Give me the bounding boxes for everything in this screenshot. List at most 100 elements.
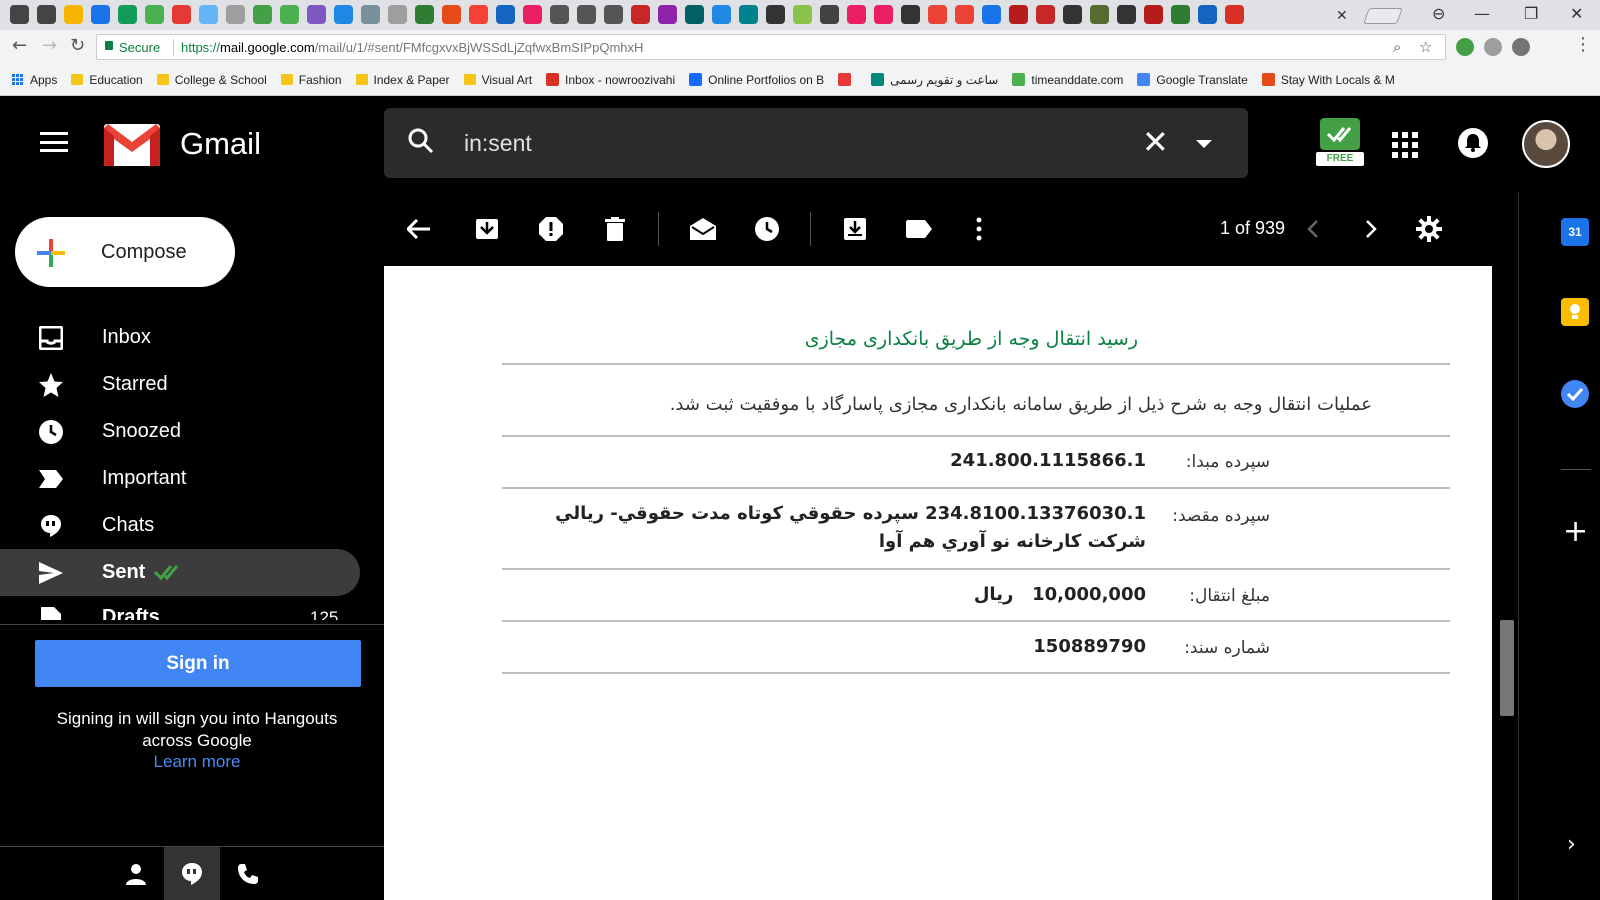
add-addon-icon[interactable]: + bbox=[1563, 514, 1588, 549]
tab-favicon-icon[interactable] bbox=[226, 5, 245, 24]
settings-button[interactable] bbox=[1414, 214, 1444, 244]
maximize-button[interactable]: ❐ bbox=[1524, 4, 1538, 23]
tab-favicon-icon[interactable] bbox=[577, 5, 596, 24]
tab-favicon-icon[interactable] bbox=[685, 5, 704, 24]
bookmark-item[interactable]: Index & Paper bbox=[355, 73, 450, 87]
forward-button[interactable]: → bbox=[42, 35, 57, 56]
gmail-logo-icon[interactable] bbox=[104, 124, 160, 166]
hangouts-chat-tab[interactable] bbox=[164, 847, 220, 900]
tab-favicon-icon[interactable] bbox=[37, 5, 56, 24]
tab-favicon-icon[interactable] bbox=[91, 5, 110, 24]
calendar-icon[interactable]: 31 bbox=[1561, 218, 1589, 246]
tab-favicon-icon[interactable] bbox=[550, 5, 569, 24]
bookmark-item[interactable] bbox=[838, 73, 857, 86]
notifications-bell-icon[interactable] bbox=[1458, 128, 1488, 158]
compose-button[interactable]: Compose bbox=[15, 217, 235, 287]
archive-button[interactable] bbox=[472, 214, 502, 244]
delete-button[interactable] bbox=[600, 214, 630, 244]
tab-favicon-icon[interactable] bbox=[928, 5, 947, 24]
move-to-button[interactable] bbox=[840, 214, 870, 244]
tab-favicon-icon[interactable] bbox=[982, 5, 1001, 24]
sidebar-item-send[interactable]: Sent bbox=[0, 549, 360, 596]
tab-favicon-icon[interactable] bbox=[631, 5, 650, 24]
tab-favicon-icon[interactable] bbox=[388, 5, 407, 24]
tab-favicon-icon[interactable] bbox=[1198, 5, 1217, 24]
tab-favicon-icon[interactable] bbox=[145, 5, 164, 24]
hangouts-signin-button[interactable]: Sign in bbox=[35, 640, 361, 687]
tab-favicon-icon[interactable] bbox=[469, 5, 488, 24]
tab-favicon-icon[interactable] bbox=[415, 5, 434, 24]
clear-search-icon[interactable]: ✕ bbox=[1142, 123, 1169, 161]
bookmark-item[interactable]: Visual Art bbox=[463, 73, 532, 87]
extension-icon[interactable] bbox=[1484, 38, 1502, 56]
back-button[interactable]: ← bbox=[12, 35, 27, 56]
search-options-icon[interactable] bbox=[1196, 140, 1212, 148]
tab-favicon-icon[interactable] bbox=[874, 5, 893, 24]
sidebar-item-chat[interactable]: Chats bbox=[0, 502, 360, 549]
sidebar-item-inbox[interactable]: Inbox bbox=[0, 314, 360, 361]
sidebar-item-important[interactable]: Important bbox=[0, 455, 360, 502]
tasks-icon[interactable] bbox=[1561, 380, 1589, 408]
tab-favicon-icon[interactable] bbox=[847, 5, 866, 24]
tab-favicon-icon[interactable] bbox=[118, 5, 137, 24]
search-icon[interactable] bbox=[408, 128, 434, 154]
tab-favicon-icon[interactable] bbox=[1144, 5, 1163, 24]
snooze-button[interactable] bbox=[752, 214, 782, 244]
tab-favicon-icon[interactable] bbox=[1090, 5, 1109, 24]
extension-icon[interactable] bbox=[1456, 38, 1474, 56]
search-input[interactable]: in:sent bbox=[464, 130, 532, 157]
bookmark-item[interactable]: Apps bbox=[12, 73, 57, 87]
tab-favicon-icon[interactable] bbox=[307, 5, 326, 24]
keep-icon[interactable] bbox=[1561, 298, 1589, 326]
tab-favicon-icon[interactable] bbox=[901, 5, 920, 24]
close-window-button[interactable]: ✕ bbox=[1570, 4, 1583, 23]
bookmark-item[interactable]: Online Portfolios on B bbox=[689, 73, 824, 87]
mark-unread-button[interactable] bbox=[688, 214, 718, 244]
tab-favicon-icon[interactable] bbox=[1225, 5, 1244, 24]
report-spam-button[interactable] bbox=[536, 214, 566, 244]
tab-favicon-icon[interactable] bbox=[64, 5, 83, 24]
back-to-list-button[interactable] bbox=[404, 214, 434, 244]
bookmark-star-icon[interactable]: ☆ bbox=[1419, 38, 1432, 56]
phone-tab[interactable] bbox=[220, 847, 276, 900]
url-text[interactable]: https://mail.google.com/mail/u/1/#sent/F… bbox=[181, 40, 643, 55]
bookmark-item[interactable]: Google Translate bbox=[1137, 73, 1248, 87]
expand-panel-icon[interactable]: › bbox=[1567, 832, 1576, 857]
tab-favicon-icon[interactable] bbox=[253, 5, 272, 24]
tab-favicon-icon[interactable] bbox=[442, 5, 461, 24]
bookmark-item[interactable]: ساعت و تقویم رسمی bbox=[871, 73, 998, 87]
labels-button[interactable] bbox=[904, 214, 934, 244]
tab-favicon-icon[interactable] bbox=[1117, 5, 1136, 24]
tab-favicon-icon[interactable] bbox=[496, 5, 515, 24]
tab-favicon-icon[interactable] bbox=[1036, 5, 1055, 24]
bookmark-item[interactable]: Stay With Locals & M bbox=[1261, 73, 1395, 87]
tab-favicon-icon[interactable] bbox=[10, 5, 29, 24]
bookmark-item[interactable]: Inbox - nowroozivahi bbox=[546, 73, 675, 87]
main-menu-icon[interactable] bbox=[40, 132, 68, 152]
camera-extension-icon[interactable] bbox=[1512, 38, 1530, 56]
scrollbar-thumb[interactable] bbox=[1500, 620, 1514, 716]
tab-favicon-icon[interactable] bbox=[334, 5, 353, 24]
close-tab-icon[interactable]: ✕ bbox=[1336, 7, 1348, 24]
tab-favicon-icon[interactable] bbox=[199, 5, 218, 24]
learn-more-link[interactable]: Learn more bbox=[30, 752, 364, 772]
browser-menu-icon[interactable]: ⋮ bbox=[1574, 34, 1592, 55]
google-apps-icon[interactable] bbox=[1392, 132, 1418, 158]
tab-favicon-icon[interactable] bbox=[793, 5, 812, 24]
bookmark-item[interactable]: Education bbox=[71, 73, 143, 87]
tab-favicon-icon[interactable] bbox=[820, 5, 839, 24]
tab-favicon-icon[interactable] bbox=[739, 5, 758, 24]
bookmark-item[interactable]: Fashion bbox=[280, 73, 342, 87]
reload-button[interactable]: ↻ bbox=[70, 35, 85, 56]
zoom-icon[interactable]: ⌕ bbox=[1393, 38, 1401, 56]
search-bar[interactable]: in:sent ✕ bbox=[384, 108, 1248, 178]
scrollbar-track[interactable] bbox=[1492, 266, 1518, 900]
sidebar-item-draft[interactable]: Drafts 125 bbox=[0, 596, 360, 620]
tab-favicon-icon[interactable] bbox=[1171, 5, 1190, 24]
tab-favicon-icon[interactable] bbox=[658, 5, 677, 24]
bookmark-item[interactable]: College & School bbox=[156, 73, 267, 87]
bookmark-item[interactable]: timeanddate.com bbox=[1012, 73, 1123, 87]
tab-favicon-icon[interactable] bbox=[361, 5, 380, 24]
sidebar-item-star[interactable]: Starred bbox=[0, 361, 360, 408]
address-bar[interactable]: Secure https://mail.google.com/mail/u/1/… bbox=[96, 34, 1446, 60]
